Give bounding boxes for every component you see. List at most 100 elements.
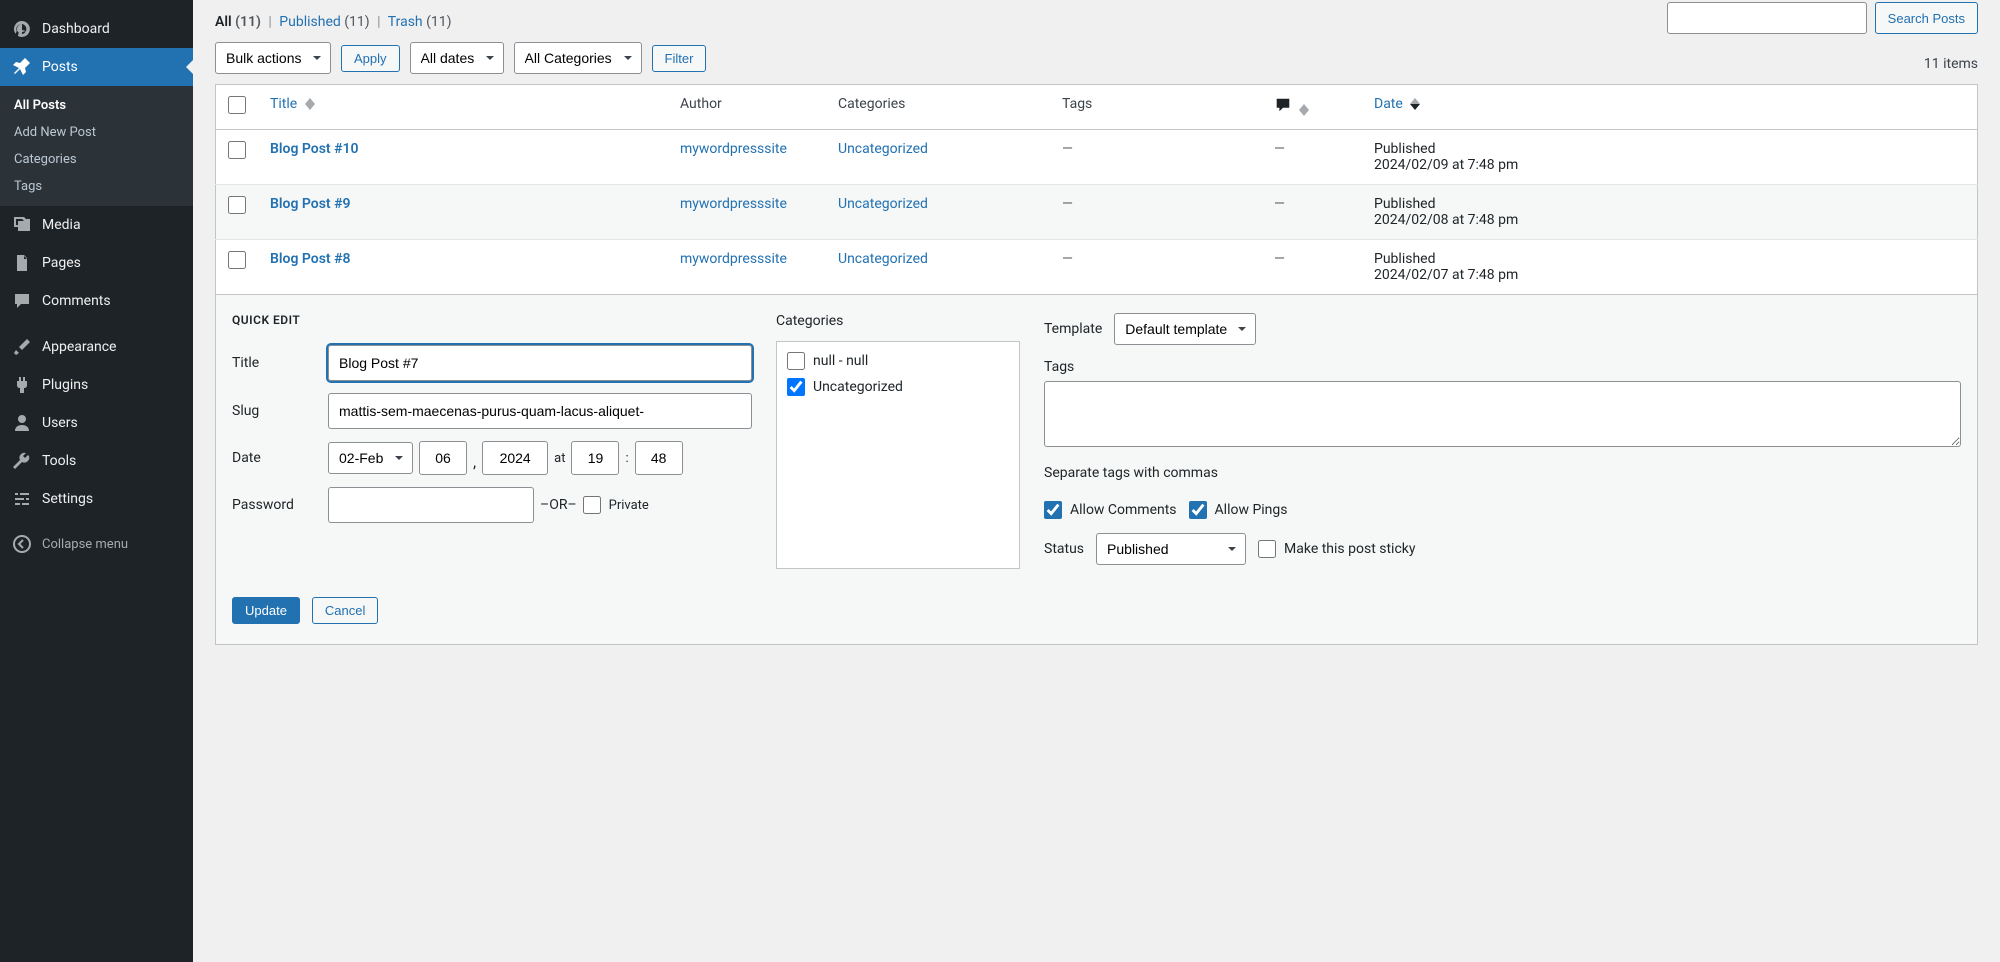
qe-categories-box: null - null Uncategorized xyxy=(776,341,1020,569)
category-checkbox[interactable] xyxy=(787,378,805,396)
update-button[interactable]: Update xyxy=(232,597,300,624)
cancel-button[interactable]: Cancel xyxy=(312,597,378,624)
sidebar-item-settings[interactable]: Settings xyxy=(0,480,193,518)
category-filter-select[interactable]: All Categories xyxy=(514,42,642,74)
qe-sticky-checkbox[interactable] xyxy=(1258,540,1276,558)
qe-month-select[interactable]: 02-Feb xyxy=(328,442,413,474)
qe-day-input[interactable] xyxy=(419,441,467,475)
media-icon xyxy=(12,215,32,235)
author-link[interactable]: mywordpresssite xyxy=(680,196,787,212)
category-link[interactable]: Uncategorized xyxy=(838,251,928,267)
collapse-menu[interactable]: Collapse menu xyxy=(0,524,193,564)
sidebar-item-dashboard[interactable]: Dashboard xyxy=(0,10,193,48)
sliders-icon xyxy=(12,489,32,509)
qe-allow-comments-label: Allow Comments xyxy=(1070,502,1177,518)
sidebar-subitem-addnew[interactable]: Add New Post xyxy=(0,119,193,146)
qe-tags-textarea[interactable] xyxy=(1044,381,1961,447)
filter-published[interactable]: Published xyxy=(279,14,340,30)
sidebar-item-media[interactable]: Media xyxy=(0,206,193,244)
qe-private-label: Private xyxy=(609,498,649,513)
category-checkbox[interactable] xyxy=(787,352,805,370)
qe-date-label: Date xyxy=(232,450,328,466)
col-comments[interactable] xyxy=(1262,85,1362,130)
comment-count: — xyxy=(1274,196,1285,212)
qe-year-input[interactable] xyxy=(482,441,548,475)
sidebar-label: Settings xyxy=(42,491,93,507)
table-row: Blog Post #8 mywordpresssite Uncategorized… xyxy=(216,240,1978,295)
bulk-actions-select[interactable]: Bulk actions xyxy=(215,42,331,74)
sidebar-subitem-tags[interactable]: Tags xyxy=(0,173,193,200)
apply-button[interactable]: Apply xyxy=(341,45,400,72)
qe-allow-comments-checkbox[interactable] xyxy=(1044,501,1062,519)
date-value: 2024/02/08 at 7:48 pm xyxy=(1374,212,1965,228)
sort-indicator-icon xyxy=(1299,104,1309,116)
comment-count: — xyxy=(1274,251,1285,267)
date-value: 2024/02/09 at 7:48 pm xyxy=(1374,157,1965,173)
col-tags[interactable]: Tags xyxy=(1050,85,1262,130)
qe-password-input[interactable] xyxy=(328,487,534,523)
plug-icon xyxy=(12,375,32,395)
filter-trash[interactable]: Trash xyxy=(388,14,423,30)
sidebar-label: Appearance xyxy=(42,339,116,355)
tag-value: — xyxy=(1062,196,1073,212)
sidebar-label: Users xyxy=(42,415,78,431)
qe-hour-input[interactable] xyxy=(571,441,619,475)
author-link[interactable]: mywordpresssite xyxy=(680,251,787,267)
qe-password-label: Password xyxy=(232,497,328,513)
category-option[interactable]: Uncategorized xyxy=(787,378,1009,396)
post-title-link[interactable]: Blog Post #8 xyxy=(270,251,350,267)
category-option[interactable]: null - null xyxy=(787,352,1009,370)
date-value: 2024/02/07 at 7:48 pm xyxy=(1374,267,1965,283)
qe-allow-pings-label: Allow Pings xyxy=(1215,502,1288,518)
filter-button[interactable]: Filter xyxy=(652,45,707,72)
row-checkbox[interactable] xyxy=(228,196,246,214)
search-posts-button[interactable]: Search Posts xyxy=(1875,2,1978,34)
qe-template-select[interactable]: Default template xyxy=(1114,313,1256,345)
qe-title-input[interactable] xyxy=(328,345,752,381)
qe-allow-pings-checkbox[interactable] xyxy=(1189,501,1207,519)
sidebar-item-tools[interactable]: Tools xyxy=(0,442,193,480)
filter-all[interactable]: All (11) xyxy=(215,14,261,30)
quick-edit-panel: QUICK EDIT Title Slug Date 02-Feb xyxy=(215,295,1978,645)
qe-sticky-label: Make this post sticky xyxy=(1284,541,1415,557)
post-title-link[interactable]: Blog Post #9 xyxy=(270,196,350,212)
wrench-icon xyxy=(12,451,32,471)
quick-edit-heading: QUICK EDIT xyxy=(232,313,752,327)
sidebar-subitem-allposts[interactable]: All Posts xyxy=(0,92,193,119)
qe-slug-input[interactable] xyxy=(328,393,752,429)
sidebar-item-appearance[interactable]: Appearance xyxy=(0,328,193,366)
sidebar-label: Comments xyxy=(42,293,111,309)
pin-icon xyxy=(12,57,32,77)
search-input[interactable] xyxy=(1667,2,1867,34)
row-checkbox[interactable] xyxy=(228,251,246,269)
comment-count: — xyxy=(1274,141,1285,157)
date-filter-select[interactable]: All dates xyxy=(410,42,504,74)
sidebar-item-pages[interactable]: Pages xyxy=(0,244,193,282)
col-title[interactable]: Title xyxy=(258,85,668,130)
date-status: Published xyxy=(1374,196,1965,212)
sidebar-item-plugins[interactable]: Plugins xyxy=(0,366,193,404)
table-row: Blog Post #10 mywordpresssite Uncategorize… xyxy=(216,130,1978,185)
qe-status-select[interactable]: Published xyxy=(1096,533,1246,565)
sidebar-subitem-categories[interactable]: Categories xyxy=(0,146,193,173)
sidebar-label: Media xyxy=(42,217,81,233)
row-checkbox[interactable] xyxy=(228,141,246,159)
category-link[interactable]: Uncategorized xyxy=(838,141,928,157)
date-status: Published xyxy=(1374,141,1965,157)
select-all-checkbox[interactable] xyxy=(228,96,246,114)
post-title-link[interactable]: Blog Post #10 xyxy=(270,141,358,157)
sidebar-item-users[interactable]: Users xyxy=(0,404,193,442)
qe-minute-input[interactable] xyxy=(635,441,683,475)
category-link[interactable]: Uncategorized xyxy=(838,196,928,212)
col-date[interactable]: Date xyxy=(1362,85,1978,130)
table-row: Blog Post #9 mywordpresssite Uncategorized… xyxy=(216,185,1978,240)
col-categories[interactable]: Categories xyxy=(826,85,1050,130)
dashboard-icon xyxy=(12,19,32,39)
qe-at-label: at xyxy=(554,451,565,466)
col-author[interactable]: Author xyxy=(668,85,826,130)
sidebar-item-posts[interactable]: Posts xyxy=(0,48,193,86)
qe-private-checkbox[interactable] xyxy=(583,496,601,514)
sidebar-item-comments[interactable]: Comments xyxy=(0,282,193,320)
comments-icon xyxy=(12,291,32,311)
author-link[interactable]: mywordpresssite xyxy=(680,141,787,157)
